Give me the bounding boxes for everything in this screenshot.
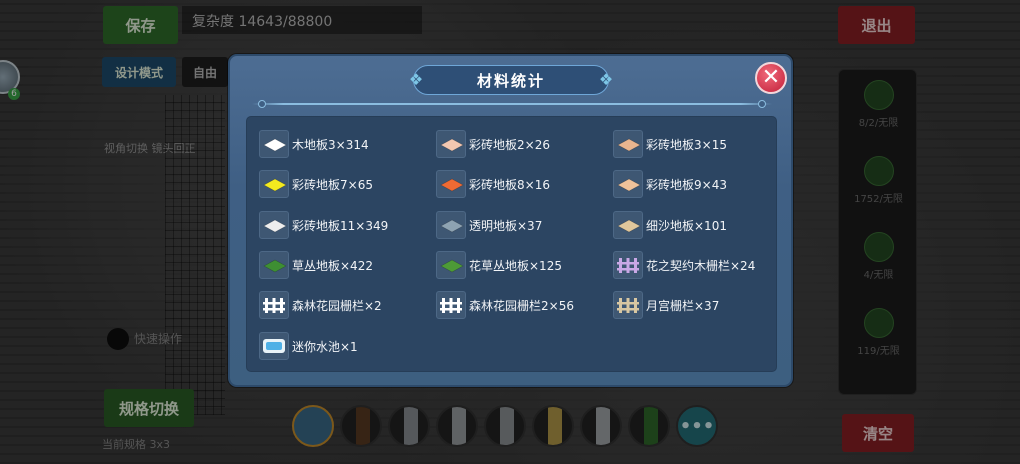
yellow-floor-tile-icon (259, 170, 289, 198)
dialog-title-banner: ❖ 材料统计 ❖ (409, 65, 613, 95)
material-label: 彩砖地板8×16 (469, 177, 550, 192)
light-floor-tile-icon (259, 211, 289, 239)
material-label: 彩砖地板9×43 (646, 177, 727, 192)
material-label: 草丛地板×422 (292, 258, 373, 273)
ornament-right-icon: ❖ (598, 70, 614, 89)
material-label: 彩砖地板2×26 (469, 137, 550, 152)
dialog-title: 材料统计 (476, 71, 545, 90)
material-item: 彩砖地板8×16 (436, 170, 550, 198)
material-label: 月宫栅栏×37 (646, 298, 720, 313)
material-item: 草丛地板×422 (259, 251, 373, 279)
ornament-left-icon: ❖ (408, 70, 424, 89)
material-item: 花草丛地板×125 (436, 251, 562, 279)
material-label: 花草丛地板×125 (469, 258, 562, 273)
material-item: 月宫栅栏×37 (613, 291, 719, 319)
material-label: 森林花园栅栏×2 (292, 298, 382, 313)
peach-floor-tile-icon (613, 170, 643, 198)
material-label: 彩砖地板11×349 (292, 218, 389, 233)
material-item: 彩砖地板3×15 (613, 130, 727, 158)
tan-floor-tile-icon (613, 130, 643, 158)
material-label: 透明地板×37 (469, 218, 543, 233)
material-item: 彩砖地板7×65 (259, 170, 373, 198)
material-label: 彩砖地板7×65 (292, 177, 373, 192)
material-item: 彩砖地板9×43 (613, 170, 727, 198)
close-icon[interactable]: ✕ (755, 62, 787, 94)
material-item: 森林花园栅栏×2 (259, 291, 382, 319)
material-item: 迷你水池×1 (259, 332, 358, 360)
flower-grass-floor-tile-icon (436, 251, 466, 279)
transparent-floor-tile-icon (436, 211, 466, 239)
material-item: 彩砖地板2×26 (436, 130, 550, 158)
grass-floor-tile-icon (259, 251, 289, 279)
mini-pool-icon (259, 332, 289, 360)
material-item: 透明地板×37 (436, 211, 542, 239)
material-item: 森林花园栅栏2×56 (436, 291, 574, 319)
material-list: 木地板3×314 彩砖地板2×26 彩砖地板3×15 彩砖地板7×65 彩砖地板8×16… (246, 116, 777, 372)
material-label: 花之契约木栅栏×24 (646, 258, 756, 273)
divider (252, 100, 772, 108)
material-label: 迷你水池×1 (292, 339, 358, 354)
material-stats-dialog: ❖ 材料统计 ❖ ✕ 木地板3×314 彩砖地板2×26 彩砖地板3×15 彩砖地板7… (228, 54, 793, 387)
material-item: 花之契约木栅栏×24 (613, 251, 755, 279)
material-label: 彩砖地板3×15 (646, 137, 727, 152)
moon-fence-icon (613, 291, 643, 319)
material-label: 森林花园栅栏2×56 (469, 298, 574, 313)
material-label: 木地板3×314 (292, 137, 369, 152)
sand-floor-tile-icon (613, 211, 643, 239)
white-floor-tile-icon (259, 130, 289, 158)
white-fence-2-icon (436, 291, 466, 319)
pink-floor-tile-icon (436, 130, 466, 158)
orange-floor-tile-icon (436, 170, 466, 198)
material-item: 木地板3×314 (259, 130, 369, 158)
flower-fence-icon (613, 251, 643, 279)
material-label: 细沙地板×101 (646, 218, 727, 233)
white-fence-icon (259, 291, 289, 319)
material-item: 彩砖地板11×349 (259, 211, 388, 239)
material-item: 细沙地板×101 (613, 211, 727, 239)
